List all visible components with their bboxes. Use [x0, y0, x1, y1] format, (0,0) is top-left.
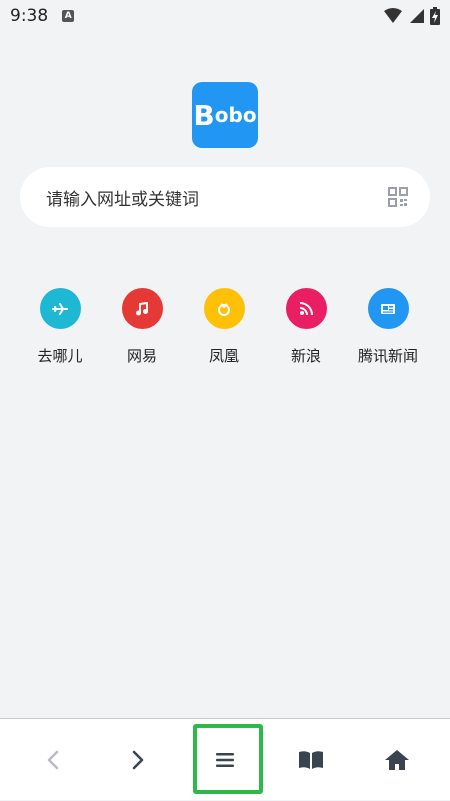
shortcut-grid: 去哪儿 网易 凤凰 新浪 腾讯新闻	[0, 288, 450, 368]
news-icon	[381, 303, 395, 314]
status-bar: 9:38 A	[0, 0, 450, 32]
shortcut-circle	[121, 288, 163, 329]
shortcut-circle	[203, 288, 245, 329]
music-note-icon	[136, 301, 148, 315]
bookmarks-button[interactable]	[276, 719, 346, 801]
notification-icon: A	[62, 10, 75, 22]
battery-charging-icon	[430, 7, 440, 25]
logo-text-small: obo	[214, 103, 257, 127]
status-right	[384, 7, 440, 25]
shortcut-sina[interactable]: 新浪	[266, 288, 346, 366]
signal-icon	[410, 9, 424, 23]
app-logo: Bobo	[192, 82, 258, 148]
menu-icon	[216, 753, 234, 767]
home-button[interactable]	[362, 719, 432, 801]
shortcut-ifeng[interactable]: 凤凰	[184, 288, 264, 366]
bottom-nav	[0, 718, 450, 800]
shortcut-label: 去哪儿	[37, 347, 83, 365]
status-left: 9:38 A	[10, 6, 75, 26]
forward-button[interactable]	[103, 719, 173, 801]
shortcut-qunar[interactable]: 去哪儿	[20, 288, 100, 366]
rss-icon	[299, 301, 313, 315]
shortcut-label: 网易	[126, 347, 157, 365]
shortcut-circle	[39, 288, 81, 329]
shortcut-label: 腾讯新闻	[357, 347, 418, 365]
shortcut-label: 新浪	[290, 347, 321, 365]
chevron-left-icon	[47, 750, 59, 770]
phoenix-icon	[218, 302, 230, 316]
logo-text-big: B	[193, 98, 215, 132]
search-input[interactable]: 请输入网址或关键词	[20, 167, 430, 227]
shortcut-circle	[367, 288, 409, 329]
wifi-icon	[384, 8, 402, 23]
search-placeholder: 请输入网址或关键词	[46, 189, 199, 210]
shortcut-circle	[285, 288, 327, 329]
chevron-right-icon	[132, 750, 144, 770]
back-button[interactable]	[18, 719, 88, 801]
airplane-icon	[52, 302, 68, 315]
status-time: 9:38	[10, 6, 49, 26]
menu-button[interactable]	[190, 719, 260, 801]
home-icon	[385, 750, 409, 770]
shortcut-label: 凤凰	[208, 347, 239, 365]
book-icon	[299, 751, 323, 769]
qr-scan-icon[interactable]	[388, 187, 408, 207]
shortcut-tencent-news[interactable]: 腾讯新闻	[348, 288, 428, 366]
shortcut-netease[interactable]: 网易	[102, 288, 182, 366]
